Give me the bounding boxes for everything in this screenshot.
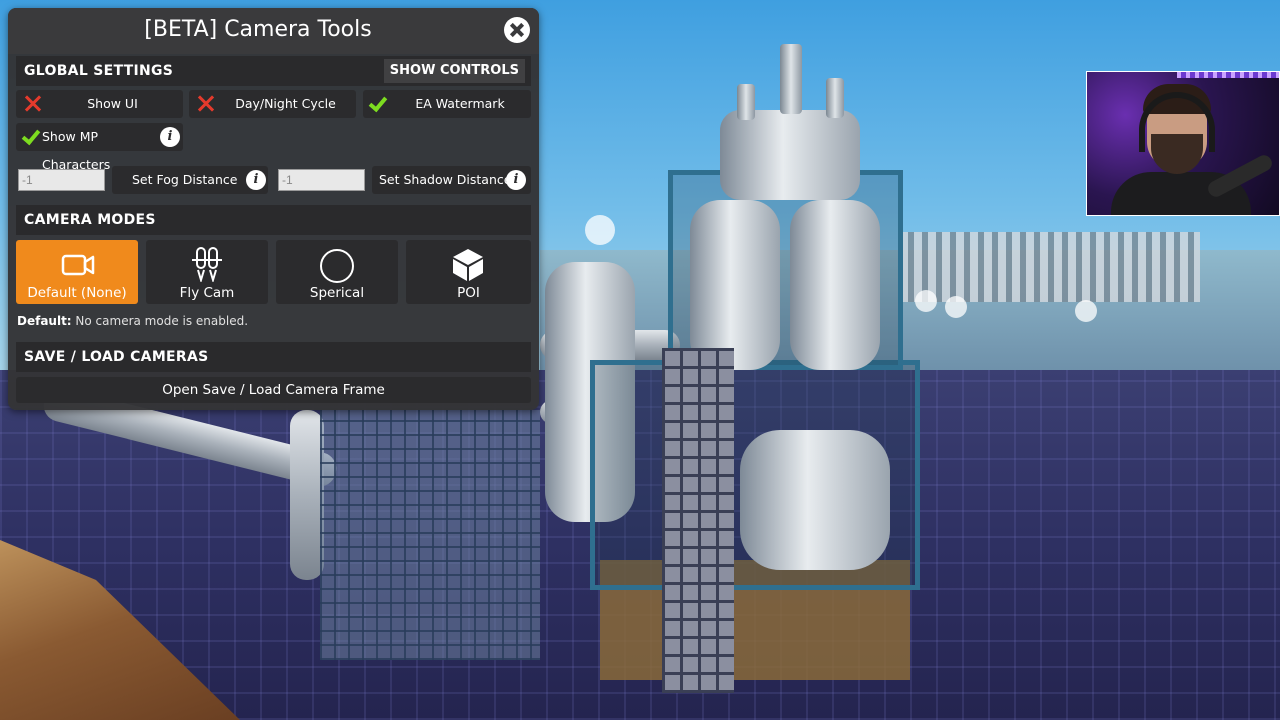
- fog-distance-input[interactable]: [18, 169, 105, 191]
- title-bar[interactable]: [BETA] Camera Tools: [8, 8, 539, 54]
- show-ui-toggle[interactable]: Show UI: [16, 90, 183, 118]
- toggle-label: Day/Night Cycle: [235, 96, 336, 111]
- steam-puff: [915, 290, 937, 312]
- show-mp-characters-toggle[interactable]: Show MP Characters i: [16, 123, 183, 172]
- mode-label: Default (None): [27, 285, 127, 301]
- global-settings-header: GLOBAL SETTINGS SHOW CONTROLS: [16, 56, 531, 86]
- pipe: [290, 410, 324, 580]
- video-camera-icon: [61, 254, 95, 276]
- steam-puff: [585, 215, 615, 245]
- check-icon: [368, 92, 388, 113]
- check-icon: [21, 125, 41, 146]
- open-save-load-button[interactable]: Open Save / Load Camera Frame: [16, 377, 531, 403]
- set-fog-distance-button[interactable]: Set Fog Distance i: [112, 166, 268, 194]
- toggle-label: Show UI: [87, 96, 138, 111]
- led-lights: [1177, 72, 1279, 78]
- toggle-label: EA Watermark: [415, 96, 505, 111]
- button-label: Set Fog Distance: [132, 172, 238, 187]
- mode-label: Fly Cam: [179, 285, 235, 301]
- mode-description-title: Default:: [17, 314, 72, 328]
- section-title: CAMERA MODES: [24, 212, 156, 228]
- mode-default-button[interactable]: Default (None): [16, 240, 138, 304]
- mode-poi-button[interactable]: POI: [406, 240, 531, 304]
- x-icon: [197, 95, 215, 113]
- smokestack: [737, 84, 755, 120]
- refinery-tank: [790, 200, 880, 370]
- jetpack-icon: [192, 247, 222, 282]
- lattice-tower: [662, 348, 734, 693]
- mode-description: Default: No camera mode is enabled.: [17, 314, 248, 328]
- mode-fly-cam-button[interactable]: Fly Cam: [146, 240, 268, 304]
- x-icon: [24, 95, 42, 113]
- smokestack: [826, 78, 844, 118]
- refinery-base: [740, 430, 890, 570]
- shadow-distance-input[interactable]: [278, 169, 365, 191]
- mode-label: Sperical: [309, 285, 365, 301]
- ea-watermark-toggle[interactable]: EA Watermark: [363, 90, 531, 118]
- close-icon[interactable]: [504, 17, 530, 43]
- mode-description-text: No camera mode is enabled.: [71, 314, 249, 328]
- day-night-cycle-toggle[interactable]: Day/Night Cycle: [189, 90, 356, 118]
- window-title: [BETA] Camera Tools: [144, 17, 372, 42]
- mode-label: POI: [457, 285, 480, 301]
- refinery-top: [720, 110, 860, 200]
- steam-puff: [1075, 300, 1097, 322]
- button-label: Set Shadow Distance: [379, 172, 512, 187]
- distant-machines: [900, 232, 1200, 302]
- cube-icon: [453, 249, 483, 281]
- scaffold-block: [320, 410, 540, 660]
- steam-puff: [945, 296, 967, 318]
- info-icon[interactable]: i: [506, 170, 526, 190]
- info-icon[interactable]: i: [246, 170, 266, 190]
- section-title: GLOBAL SETTINGS: [24, 63, 174, 79]
- info-icon[interactable]: i: [160, 127, 180, 147]
- section-title: SAVE / LOAD CAMERAS: [24, 349, 209, 365]
- set-shadow-distance-button[interactable]: Set Shadow Distance i: [372, 166, 531, 194]
- refinery-tank: [690, 200, 780, 370]
- camera-tools-window: [BETA] Camera Tools GLOBAL SETTINGS SHOW…: [8, 8, 539, 410]
- smokestack: [780, 44, 802, 114]
- save-load-header: SAVE / LOAD CAMERAS: [16, 342, 531, 372]
- show-controls-button[interactable]: SHOW CONTROLS: [383, 59, 525, 83]
- camera-modes-header: CAMERA MODES: [16, 205, 531, 235]
- streamer-webcam: [1086, 71, 1280, 216]
- circle-icon: [320, 249, 354, 283]
- mode-sperical-button[interactable]: Sperical: [276, 240, 398, 304]
